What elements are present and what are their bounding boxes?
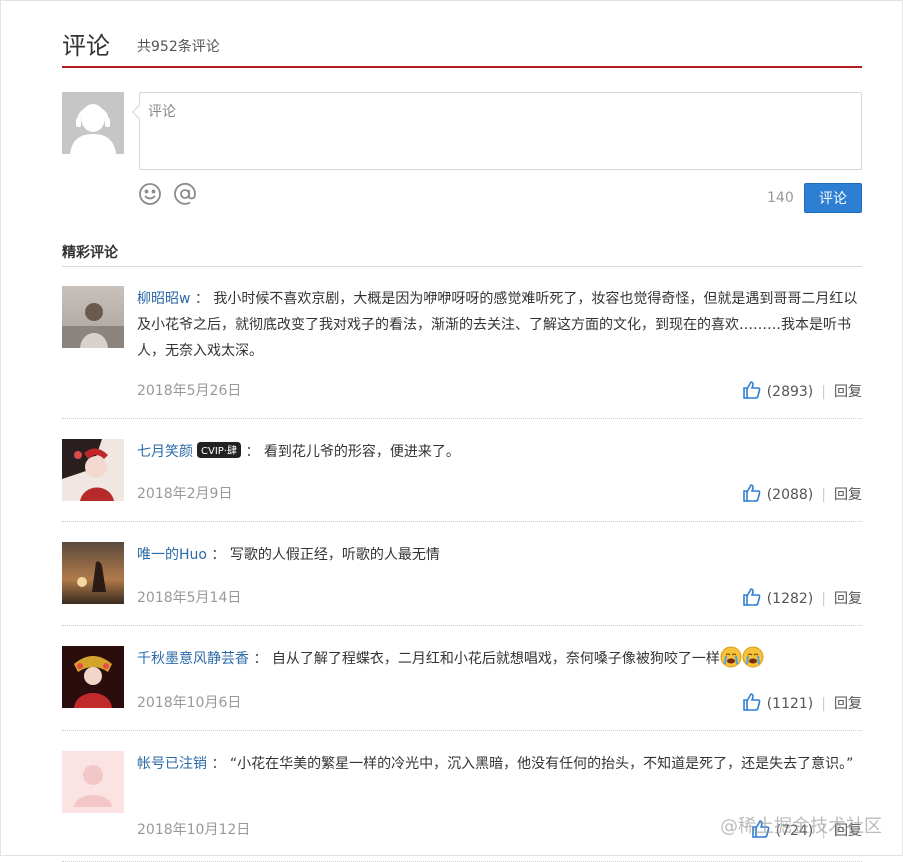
- comment-item: 帐号已注销 ： “小花在华美的繁星一样的冷光中，沉入黑暗，他没有任何的抬头，不知…: [62, 731, 862, 862]
- comment-username[interactable]: 帐号已注销: [137, 756, 207, 772]
- comment-date: 2018年5月14日: [137, 590, 242, 606]
- separator: |: [821, 487, 826, 503]
- comment-item: 千秋墨意风静芸香 ： 自从了解了程蝶衣，二月红和小花后就想唱戏，奈何嗓子像被狗咬…: [62, 626, 862, 731]
- comment-body: 帐号已注销 ： “小花在华美的繁星一样的冷光中，沉入黑暗，他没有任何的抬头，不知…: [137, 751, 862, 777]
- comment-input[interactable]: [148, 101, 848, 159]
- comment-item: 柳昭昭w ： 我小时候不喜欢京剧，大概是因为咿咿呀呀的感觉难听死了，妆容也觉得奇…: [62, 266, 862, 419]
- comment-text: 自从了解了程蝶衣，二月红和小花后就想唱戏，奈何嗓子像被狗咬了一样: [271, 651, 720, 667]
- colon: ：: [207, 756, 230, 772]
- watermark: @稀土掘金技术社区: [720, 816, 882, 837]
- comment-text: 我小时候不喜欢京剧，大概是因为咿咿呀呀的感觉难听死了，妆容也觉得奇怪，但就是遇到…: [137, 291, 858, 359]
- thumbs-up-icon[interactable]: [742, 587, 762, 607]
- separator: |: [821, 384, 826, 400]
- like-count: (2893): [766, 384, 814, 400]
- comment-username[interactable]: 唯一的Huo: [137, 547, 207, 563]
- comment-text: “小花在华美的繁星一样的冷光中，沉入黑暗，他没有任何的抬头，不知道是死了，还是失…: [229, 756, 854, 772]
- avatar[interactable]: [62, 751, 124, 813]
- colon: ：: [249, 651, 272, 667]
- badge-text: CVIP·肆: [201, 445, 237, 457]
- comment-actions: (2893) | 回复: [742, 380, 862, 401]
- avatar[interactable]: [62, 646, 124, 708]
- comment-actions: (1121) | 回复: [742, 692, 862, 713]
- comment-count: 共952条评论: [137, 39, 220, 55]
- comment-text: 写歌的人假正经，听歌的人最无情: [229, 547, 440, 563]
- comment-body: 千秋墨意风静芸香 ： 自从了解了程蝶衣，二月红和小花后就想唱戏，奈何嗓子像被狗咬…: [137, 646, 862, 672]
- comment-list: 柳昭昭w ： 我小时候不喜欢京剧，大概是因为咿咿呀呀的感觉难听死了，妆容也觉得奇…: [62, 266, 862, 862]
- comments-header: 评论 共952条评论: [62, 24, 862, 68]
- avatar[interactable]: [62, 439, 124, 501]
- section-title-label: 精彩评论: [62, 245, 118, 261]
- reply-button[interactable]: 回复: [834, 696, 862, 712]
- like-count: (1121): [766, 696, 814, 712]
- crying-face-icon: [742, 646, 764, 668]
- comment-body: 七月笑颜 CVIP·肆 ： 看到花儿爷的形容，便进来了。: [137, 439, 862, 465]
- comment-meta: 2018年5月14日 (1282) | 回复: [137, 587, 862, 607]
- thumbs-up-icon[interactable]: [742, 380, 762, 400]
- like-count: (1282): [766, 591, 814, 607]
- comment-date: 2018年5月26日: [137, 383, 242, 399]
- comment-item: 七月笑颜 CVIP·肆 ： 看到花儿爷的形容，便进来了。 2018年2月9日 (2…: [62, 419, 862, 522]
- comment-meta: 2018年2月9日 (2088) | 回复: [137, 483, 862, 503]
- comment-item: 唯一的Huo ： 写歌的人假正经，听歌的人最无情 2018年5月14日 (128…: [62, 522, 862, 626]
- cvip-badge: CVIP·肆: [197, 441, 241, 458]
- colon: ：: [190, 291, 214, 307]
- comment-date: 2018年2月9日: [137, 486, 233, 502]
- submit-comment-button[interactable]: 评论: [804, 183, 862, 213]
- colon: ：: [206, 547, 230, 563]
- featured-comments-title: 精彩评论: [62, 242, 862, 267]
- comment-body: 柳昭昭w ： 我小时候不喜欢京剧，大概是因为咿咿呀呀的感觉难听死了，妆容也觉得奇…: [137, 286, 862, 364]
- comment-username[interactable]: 千秋墨意风静芸香: [137, 651, 249, 667]
- thumbs-up-icon[interactable]: [742, 692, 762, 712]
- comment-date: 2018年10月6日: [137, 695, 242, 711]
- comment-meta: 2018年5月26日 (2893) | 回复: [137, 380, 862, 400]
- comment-box: [139, 92, 862, 170]
- separator: |: [821, 591, 826, 607]
- comment-text: 看到花儿爷的形容，便进来了。: [263, 444, 460, 460]
- at-icon[interactable]: [173, 182, 197, 206]
- smiley-icon[interactable]: [138, 182, 162, 206]
- reply-button[interactable]: 回复: [834, 591, 862, 607]
- comment-date: 2018年10月12日: [137, 822, 251, 838]
- avatar[interactable]: [62, 542, 124, 604]
- separator: |: [821, 696, 826, 712]
- comment-actions: (2088) | 回复: [742, 483, 862, 504]
- comment-actions: (1282) | 回复: [742, 587, 862, 608]
- comment-body: 唯一的Huo ： 写歌的人假正经，听歌的人最无情: [137, 542, 862, 568]
- comment-username[interactable]: 柳昭昭w: [137, 291, 190, 307]
- char-counter: 140: [767, 190, 794, 206]
- page-title: 评论: [62, 32, 110, 60]
- crying-face-icon: [720, 646, 742, 668]
- comment-username[interactable]: 七月笑颜: [137, 444, 193, 460]
- like-count: (2088): [766, 487, 814, 503]
- thumbs-up-icon[interactable]: [742, 483, 762, 503]
- reply-button[interactable]: 回复: [834, 384, 862, 400]
- avatar[interactable]: [62, 286, 124, 348]
- my-avatar: [62, 92, 124, 154]
- reply-button[interactable]: 回复: [834, 487, 862, 503]
- comment-meta: 2018年10月6日 (1121) | 回复: [137, 692, 862, 712]
- colon: ：: [241, 444, 264, 460]
